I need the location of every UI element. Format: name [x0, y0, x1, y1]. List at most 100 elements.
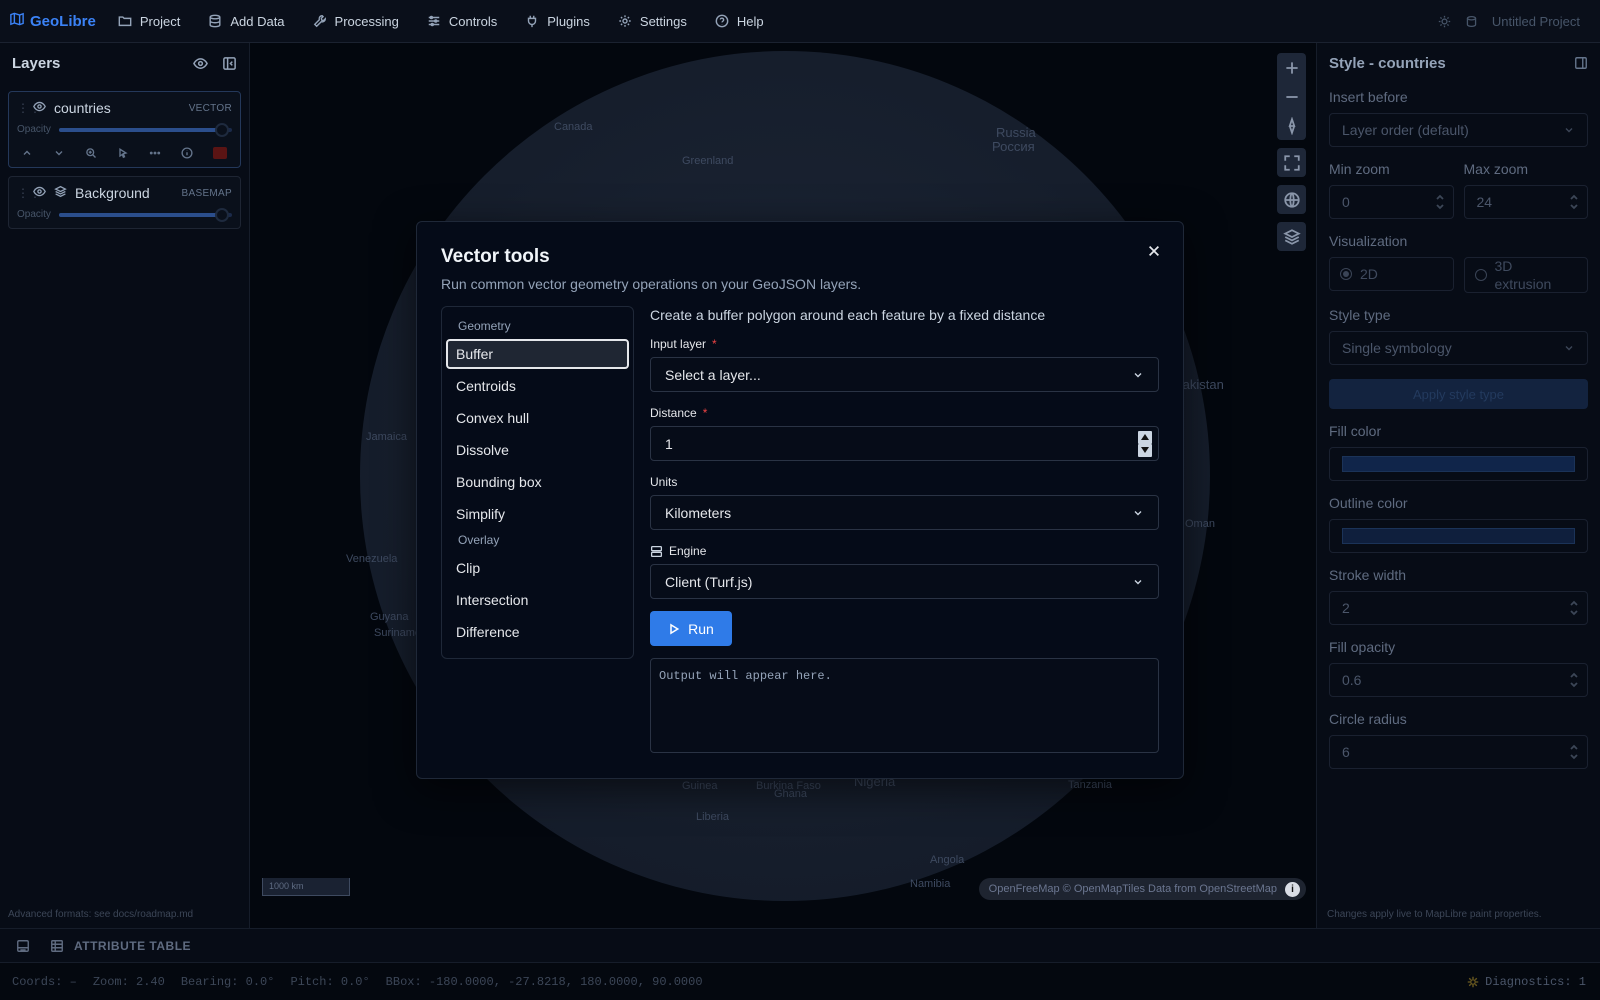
brand[interactable]: GeoLibre: [10, 12, 96, 30]
engine-select[interactable]: Client (Turf.js): [650, 564, 1159, 599]
collapse-panel-icon[interactable]: [222, 56, 237, 71]
fill-opacity-stepper[interactable]: [1569, 671, 1579, 689]
tool-intersection[interactable]: Intersection: [446, 585, 629, 615]
tool-clip[interactable]: Clip: [446, 553, 629, 583]
move-down-icon[interactable]: [53, 147, 65, 159]
opacity-slider[interactable]: [58, 207, 232, 222]
globe-projection-button[interactable]: [1277, 185, 1306, 214]
delete-layer-button[interactable]: [213, 147, 227, 159]
fill-color-swatch[interactable]: [1342, 456, 1575, 472]
distance-input[interactable]: 1: [650, 426, 1159, 461]
layer-card-countries[interactable]: ⋮⋮ countries VECTOR Opacity: [8, 91, 241, 168]
style-panel: Style - countries Insert before Layer or…: [1316, 43, 1600, 928]
attribute-table-tab[interactable]: ATTRIBUTE TABLE: [50, 939, 191, 953]
basemap-switcher-button[interactable]: [1277, 222, 1306, 251]
input-layer-select[interactable]: Select a layer...: [650, 357, 1159, 392]
drag-handle-icon[interactable]: ⋮⋮: [17, 186, 41, 200]
max-zoom-stepper[interactable]: [1569, 193, 1579, 211]
map-label: Guyana: [370, 611, 409, 623]
tool-difference[interactable]: Difference: [446, 617, 629, 647]
collapse-panel-icon[interactable]: [1574, 56, 1588, 70]
zoom-out-button[interactable]: [1277, 82, 1306, 111]
insert-before-select[interactable]: Layer order (default): [1329, 113, 1588, 147]
menu-processing[interactable]: Processing: [313, 14, 399, 29]
map-label: Liberia: [696, 811, 730, 823]
menu-add-data[interactable]: Add Data: [208, 14, 285, 29]
style-type-select[interactable]: Single symbology: [1329, 331, 1588, 365]
circle-radius-input[interactable]: 6: [1329, 735, 1588, 769]
menu-plugins[interactable]: Plugins: [525, 14, 590, 29]
opacity-thumb[interactable]: [214, 122, 229, 137]
identify-icon[interactable]: [117, 147, 129, 159]
stroke-width-input[interactable]: 2: [1329, 591, 1588, 625]
menu-help[interactable]: Help: [715, 14, 764, 29]
compass-button[interactable]: [1277, 111, 1306, 140]
tool-bounding-box[interactable]: Bounding box: [446, 467, 629, 497]
menu-project[interactable]: Project: [118, 14, 180, 29]
tool-description: Create a buffer polygon around each feat…: [650, 307, 1046, 323]
plus-icon: [1285, 61, 1298, 74]
layer-visibility-icon[interactable]: [33, 185, 46, 201]
output-area[interactable]: Output will appear here.: [650, 658, 1159, 753]
run-button[interactable]: Run: [650, 611, 732, 646]
min-zoom-stepper[interactable]: [1435, 193, 1445, 211]
stroke-width-stepper[interactable]: [1569, 599, 1579, 617]
radio-3d[interactable]: [1474, 269, 1487, 281]
opacity-thumb[interactable]: [214, 207, 229, 222]
viz-2d-option[interactable]: 2D: [1329, 257, 1454, 291]
min-zoom-input[interactable]: 0: [1329, 185, 1454, 219]
sun-icon[interactable]: [1438, 15, 1451, 28]
attribution-text[interactable]: OpenFreeMap © OpenMapTiles Data from Ope…: [989, 883, 1277, 895]
project-name[interactable]: Untitled Project: [1492, 14, 1580, 29]
menu-settings[interactable]: Settings: [618, 14, 687, 29]
engine-value: Client (Turf.js): [665, 573, 753, 590]
zoom-to-layer-icon[interactable]: [85, 147, 97, 159]
zoom-controls: [1277, 53, 1306, 140]
distance-stepper[interactable]: [1138, 430, 1152, 457]
fullscreen-button[interactable]: [1277, 148, 1306, 177]
gear-icon: [619, 15, 631, 27]
visualization-label: Visualization: [1329, 233, 1408, 249]
opacity-slider[interactable]: [58, 122, 232, 137]
min-zoom-value: 0: [1342, 194, 1350, 210]
viz-3d-option[interactable]: 3D extrusion: [1463, 257, 1588, 293]
diagnostics-button[interactable]: Diagnostics: 1: [1467, 975, 1586, 989]
apply-style-type-button[interactable]: Apply style type: [1329, 379, 1588, 409]
layer-visibility-icon[interactable]: [33, 100, 46, 116]
tool-simplify[interactable]: Simplify: [446, 499, 629, 529]
menu-controls[interactable]: Controls: [427, 14, 497, 29]
tool-dissolve[interactable]: Dissolve: [446, 435, 629, 465]
stroke-width-value: 2: [1342, 600, 1350, 616]
decrement-icon[interactable]: [1138, 443, 1152, 457]
tool-buffer[interactable]: Buffer: [446, 339, 629, 369]
panel-toggle-icon[interactable]: [16, 939, 30, 953]
outline-color-picker[interactable]: [1329, 519, 1588, 553]
table-icon: [51, 939, 63, 952]
zoom-in-button[interactable]: [1277, 53, 1306, 82]
opacity-fill: [58, 212, 222, 217]
engine-label-text: Engine: [669, 544, 707, 558]
outline-color-swatch[interactable]: [1342, 528, 1575, 544]
more-icon[interactable]: [149, 147, 161, 159]
increment-icon[interactable]: [1138, 430, 1152, 444]
close-button[interactable]: [1143, 240, 1165, 262]
info-icon[interactable]: i: [1285, 881, 1300, 897]
viz-3d-label: 3D extrusion: [1494, 257, 1552, 292]
tool-convex-hull[interactable]: Convex hull: [446, 403, 629, 433]
move-up-icon[interactable]: [21, 147, 33, 159]
fill-color-picker[interactable]: [1329, 447, 1588, 481]
radio-2d[interactable]: [1340, 268, 1352, 280]
drag-handle-icon[interactable]: ⋮⋮: [17, 101, 41, 115]
tool-centroids[interactable]: Centroids: [446, 371, 629, 401]
max-zoom-value: 24: [1476, 194, 1493, 210]
layer-card-background[interactable]: ⋮⋮ Background BASEMAP Opacity: [8, 176, 241, 229]
info-icon[interactable]: [181, 147, 193, 159]
input-layer-label: Input layer *: [650, 337, 1159, 351]
database-status-icon[interactable]: [1465, 15, 1478, 28]
units-select[interactable]: Kilometers: [650, 495, 1159, 530]
max-zoom-input[interactable]: 24: [1463, 185, 1588, 219]
circle-radius-stepper[interactable]: [1569, 743, 1579, 761]
fill-opacity-input[interactable]: 0.6: [1329, 663, 1588, 697]
dialog-title: Vector tools: [441, 246, 550, 267]
eye-icon[interactable]: [193, 56, 208, 71]
